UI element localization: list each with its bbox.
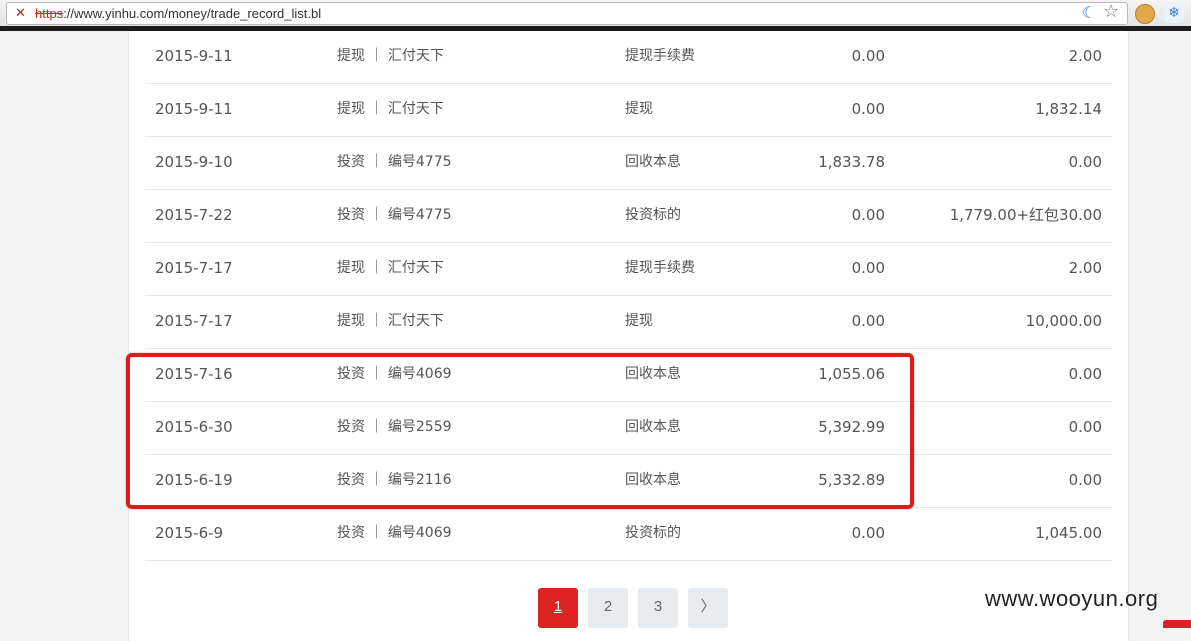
- table-row: 2015-9-11 提现 ｜ 汇付天下 提现手续费 0.00 2.00: [145, 30, 1112, 84]
- record-income: 0.00: [851, 206, 885, 224]
- record-income: 0.00: [851, 100, 885, 118]
- address-bar[interactable]: ✕ https://www.yinhu.com/money/trade_reco…: [6, 2, 1128, 25]
- url-path: ://www.yinhu.com/money/trade_record_list…: [63, 6, 322, 21]
- record-date: 2015-9-11: [155, 100, 233, 118]
- record-income: 1,833.78: [818, 153, 885, 171]
- table-row: 2015-7-17 提现 ｜ 汇付天下 提现 0.00 10,000.00: [145, 295, 1112, 349]
- record-expense: 0.00: [1068, 153, 1102, 171]
- record-description: 回收本息: [625, 154, 681, 170]
- url-text[interactable]: https://www.yinhu.com/money/trade_record…: [35, 6, 321, 22]
- table-row: 2015-7-17 提现 ｜ 汇付天下 提现手续费 0.00 2.00: [145, 242, 1112, 296]
- trade-record-panel: 2015-9-11 提现 ｜ 汇付天下 提现手续费 0.00 2.00 2015-9-11…: [128, 31, 1129, 641]
- record-date: 2015-9-10: [155, 153, 233, 171]
- record-description: 提现: [625, 101, 653, 117]
- record-date: 2015-9-11: [155, 47, 233, 65]
- record-description: 投资标的: [625, 207, 681, 223]
- record-income: 0.00: [851, 312, 885, 330]
- browser-toolbar: ✕ https://www.yinhu.com/money/trade_reco…: [0, 0, 1191, 28]
- watermark: www.wooyun.org: [985, 586, 1159, 611]
- record-type: 投资 ｜ 编号4775: [337, 154, 452, 170]
- corner-tab[interactable]: [1163, 620, 1191, 628]
- record-description: 提现手续费: [625, 48, 695, 64]
- record-income: 0.00: [851, 259, 885, 277]
- record-expense: 0.00: [1068, 365, 1102, 383]
- table-row: 2015-9-10 投资 ｜ 编号4775 回收本息 1,833.78 0.00: [145, 136, 1112, 190]
- table-row: 2015-6-9 投资 ｜ 编号4069 投资标的 0.00 1,045.00: [145, 507, 1112, 561]
- record-date: 2015-7-17: [155, 312, 233, 330]
- record-expense: 1,779.00+红包30.00: [949, 206, 1102, 224]
- record-description: 提现手续费: [625, 260, 695, 276]
- page-1-button[interactable]: 1: [538, 588, 578, 628]
- record-type: 提现 ｜ 汇付天下: [337, 48, 444, 64]
- highlight-box: [126, 353, 914, 509]
- record-type: 投资 ｜ 编号4775: [337, 207, 452, 223]
- snowflake-extension-icon[interactable]: ❄: [1164, 3, 1184, 23]
- record-type: 提现 ｜ 汇付天下: [337, 313, 444, 329]
- table-row: 2015-7-22 投资 ｜ 编号4775 投资标的 0.00 1,779.00+红包3…: [145, 189, 1112, 243]
- record-type: 提现 ｜ 汇付天下: [337, 101, 444, 117]
- bookmark-star-icon[interactable]: ☆: [1103, 2, 1119, 22]
- record-type: 提现 ｜ 汇付天下: [337, 260, 444, 276]
- insecure-lock-icon[interactable]: ✕: [15, 7, 29, 21]
- cookie-extension-icon[interactable]: [1135, 4, 1155, 24]
- next-page-button[interactable]: 〉: [688, 588, 728, 628]
- record-type: 投资 ｜ 编号4069: [337, 525, 452, 541]
- moon-extension-icon[interactable]: ☾: [1082, 4, 1100, 22]
- record-income: 0.00: [851, 47, 885, 65]
- record-date: 2015-6-9: [155, 524, 224, 542]
- record-description: 投资标的: [625, 525, 681, 541]
- record-expense: 2.00: [1068, 47, 1102, 65]
- table-row: 2015-9-11 提现 ｜ 汇付天下 提现 0.00 1,832.14: [145, 83, 1112, 137]
- record-expense: 1,045.00: [1035, 524, 1102, 542]
- record-description: 提现: [625, 313, 653, 329]
- page-2-button[interactable]: 2: [588, 588, 628, 628]
- record-expense: 2.00: [1068, 259, 1102, 277]
- record-date: 2015-7-17: [155, 259, 233, 277]
- record-expense: 10,000.00: [1025, 312, 1102, 330]
- record-date: 2015-7-22: [155, 206, 233, 224]
- record-income: 0.00: [851, 524, 885, 542]
- page-3-button[interactable]: 3: [638, 588, 678, 628]
- record-expense: 1,832.14: [1035, 100, 1102, 118]
- url-protocol: https: [35, 6, 64, 21]
- record-expense: 0.00: [1068, 471, 1102, 489]
- record-expense: 0.00: [1068, 418, 1102, 436]
